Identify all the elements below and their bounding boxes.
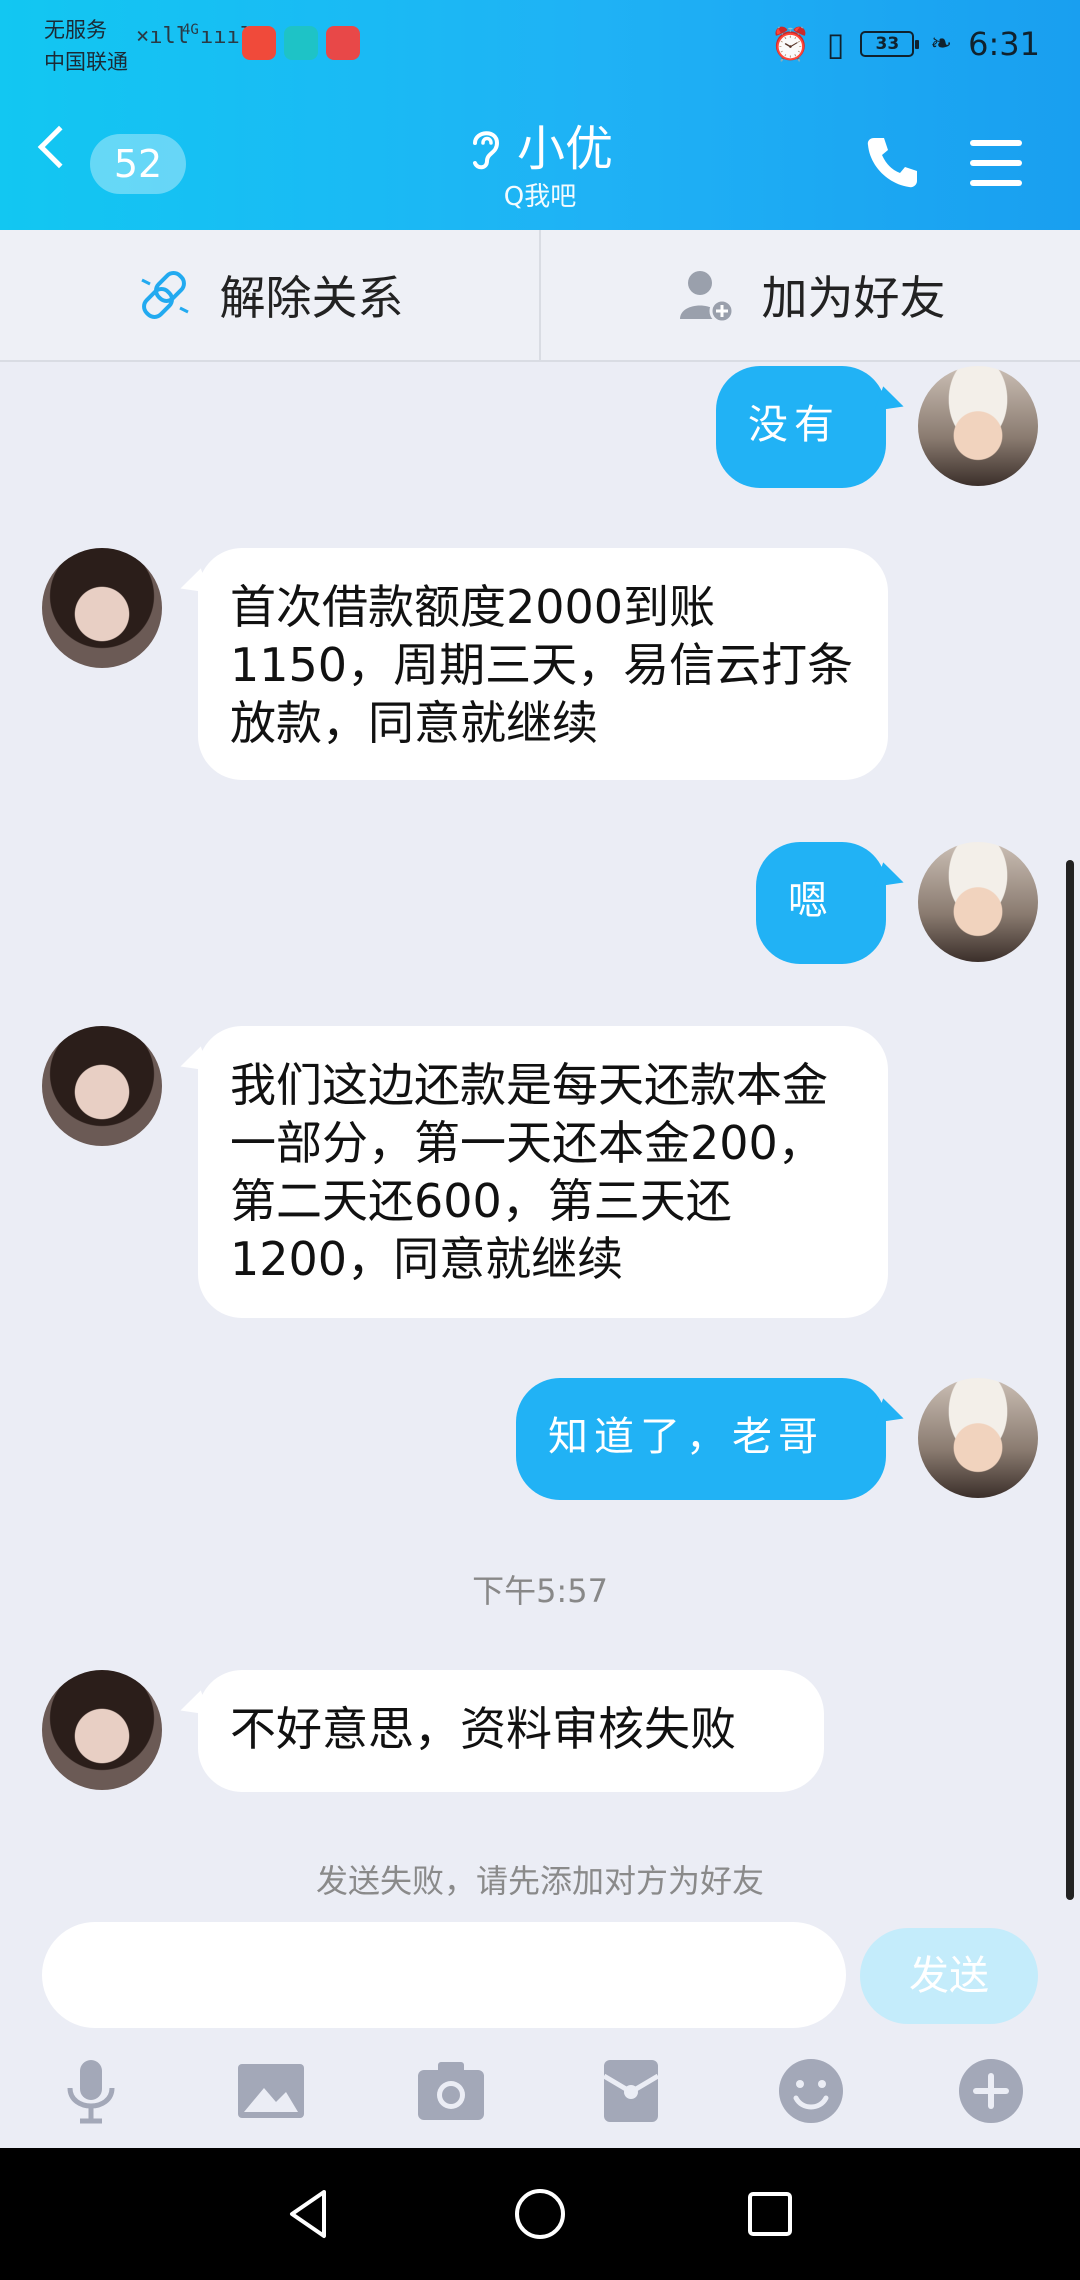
system-navigation-bar — [0, 2148, 1080, 2280]
message-bubble-contact[interactable]: 首次借款额度2000到账1150，周期三天，易信云打条放款，同意就继续 — [198, 548, 888, 780]
message-bubble-self[interactable]: 嗯 — [756, 842, 886, 964]
nav-back-icon[interactable] — [280, 2184, 340, 2244]
nav-home-icon[interactable] — [510, 2184, 570, 2244]
battery-indicator: 33 — [860, 31, 920, 57]
network-type: 4G — [182, 22, 199, 38]
carrier-line-2: 中国联通 — [44, 50, 128, 74]
phone-icon[interactable] — [862, 132, 922, 192]
add-friend-icon — [679, 271, 734, 324]
nav-recents-icon[interactable] — [740, 2184, 800, 2244]
relation-bar: 解除关系 加为好友 — [0, 230, 1080, 362]
message-bubble-self[interactable]: 没有 — [716, 366, 886, 488]
plus-icon[interactable] — [956, 2056, 1026, 2126]
scrollbar[interactable] — [1066, 860, 1074, 1900]
red-packet-icon[interactable] — [596, 2056, 666, 2126]
microphone-icon[interactable] — [56, 2056, 126, 2126]
avatar-contact[interactable] — [42, 548, 162, 668]
add-friend-button[interactable]: 加为好友 — [539, 230, 1080, 360]
image-icon[interactable] — [236, 2056, 306, 2126]
message-timestamp: 下午5:57 — [472, 1572, 608, 1610]
leaf-icon: ❧ — [930, 29, 953, 59]
input-bar: 发送 — [0, 1900, 1080, 2148]
avatar-self[interactable] — [918, 842, 1038, 962]
status-right: ⏰ ▯ 33 ❧ 6:31 — [771, 24, 1040, 64]
video-app-icon — [242, 26, 276, 60]
huawei-app-icon — [326, 26, 360, 60]
message-bubble-contact[interactable]: 我们这边还款是每天还款本金一部分，第一天还本金200，第二天还600，第三天还1… — [198, 1026, 888, 1318]
book-app-icon — [284, 26, 318, 60]
avatar-contact[interactable] — [42, 1670, 162, 1790]
avatar-self[interactable] — [918, 1378, 1038, 1498]
status-bar: 无服务 中国联通 ×ıll 4G ıııl ⏰ ▯ 33 ❧ 6:31 — [0, 0, 1080, 92]
carrier-line-1: 无服务 — [44, 18, 107, 42]
alarm-icon: ⏰ — [770, 25, 811, 63]
send-failed-notice: 发送失败，请先添加对方为好友 — [315, 1862, 764, 1900]
toolbar — [0, 2056, 1080, 2136]
menu-icon[interactable] — [970, 140, 1022, 186]
message-bubble-contact[interactable]: 不好意思，资料审核失败 — [198, 1670, 824, 1792]
clock-time: 6:31 — [968, 25, 1040, 63]
camera-icon[interactable] — [416, 2056, 486, 2126]
emoji-icon[interactable] — [776, 2056, 846, 2126]
add-friend-label: 加为好友 — [761, 271, 946, 325]
chat-title: 小优 — [516, 121, 613, 177]
unlink-relation-label: 解除关系 — [219, 271, 404, 325]
top-bar: 无服务 中国联通 ×ıll 4G ıııl ⏰ ▯ 33 ❧ 6:31 52 小… — [0, 0, 1080, 230]
broken-link-icon — [140, 271, 189, 319]
avatar-contact[interactable] — [42, 1026, 162, 1146]
send-button[interactable]: 发送 — [860, 1928, 1038, 2024]
vibrate-icon: ▯ — [826, 25, 845, 63]
message-bubble-self[interactable]: 知道了，老哥 — [516, 1378, 886, 1500]
unlink-relation-button[interactable]: 解除关系 — [0, 230, 539, 360]
avatar-self[interactable] — [918, 366, 1038, 486]
message-input[interactable] — [42, 1922, 846, 2028]
ear-icon — [472, 131, 499, 170]
carrier-info: 无服务 中国联通 — [44, 14, 128, 78]
